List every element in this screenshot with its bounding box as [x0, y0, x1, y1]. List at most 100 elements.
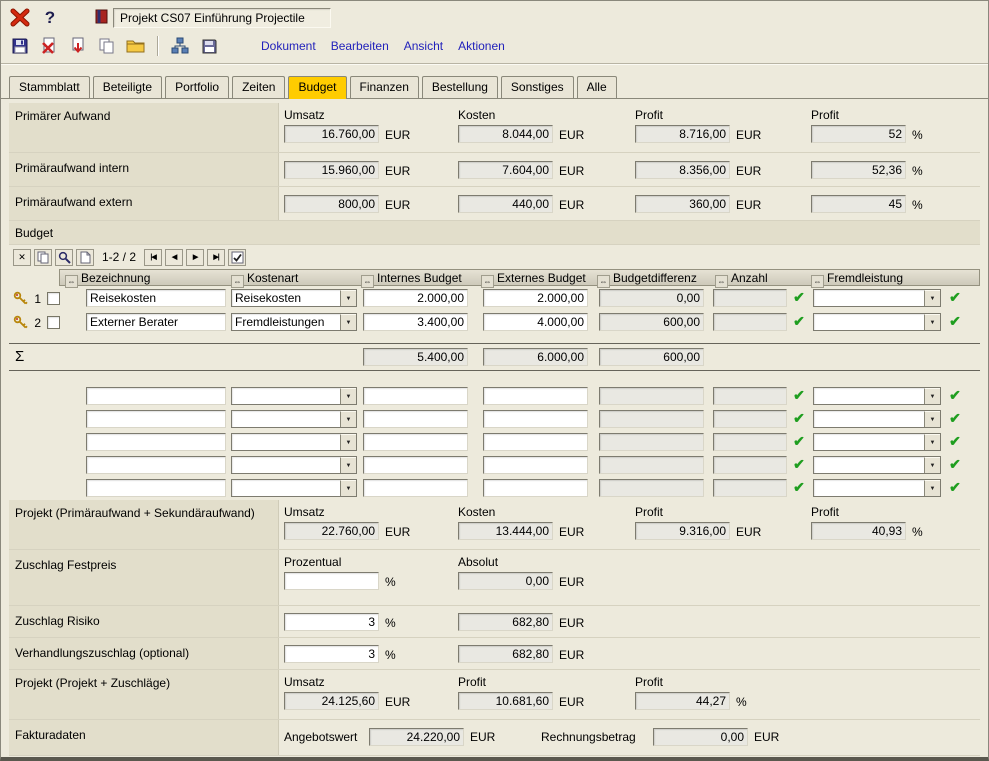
externes-budget-input[interactable]	[483, 456, 588, 474]
internes-budget-input[interactable]	[363, 289, 468, 307]
internes-budget-input[interactable]	[363, 433, 468, 451]
externes-budget-input[interactable]	[483, 479, 588, 497]
bezeichnung-input[interactable]	[86, 433, 226, 451]
save-icon[interactable]	[7, 34, 33, 58]
tab-alle[interactable]: Alle	[577, 76, 617, 98]
row-select-checkbox[interactable]	[47, 316, 60, 329]
confirm-check-icon[interactable]: ✔	[791, 313, 807, 329]
fremdleistung-dropdown[interactable]: ▼	[813, 313, 941, 331]
bezeichnung-input[interactable]	[86, 479, 226, 497]
col-bezeichnung[interactable]: Bezeichnung	[81, 271, 150, 285]
menu-aktionen[interactable]: Aktionen	[458, 39, 505, 53]
kostenart-dropdown[interactable]: Fremdleistungen▼	[231, 313, 357, 331]
col-externes-budget[interactable]: Externes Budget	[497, 271, 586, 285]
tab-budget[interactable]: Budget	[288, 76, 346, 99]
delete-document-icon[interactable]	[36, 34, 62, 58]
bezeichnung-input[interactable]	[86, 410, 226, 428]
budget-empty-row: ▼ ✔ ▼ ✔	[9, 477, 980, 500]
kostenart-dropdown[interactable]: ▼	[231, 410, 357, 428]
prozentual-input[interactable]	[284, 572, 379, 590]
menu-dokument[interactable]: Dokument	[261, 39, 316, 53]
close-icon[interactable]	[7, 6, 33, 30]
col-anzahl[interactable]: Anzahl	[731, 271, 768, 285]
budget-empty-row: ▼ ✔ ▼ ✔	[9, 454, 980, 477]
row-select-checkbox[interactable]	[47, 292, 60, 305]
first-page-icon[interactable]: |◀	[144, 249, 162, 266]
internes-budget-input[interactable]	[363, 313, 468, 331]
record-key-icon[interactable]	[13, 291, 28, 309]
tab-bestellung[interactable]: Bestellung	[422, 76, 498, 98]
confirm-check-icon[interactable]: ✔	[947, 313, 963, 329]
kostenart-dropdown[interactable]: ▼	[231, 433, 357, 451]
kostenart-dropdown[interactable]: Reisekosten▼	[231, 289, 357, 307]
internes-budget-input[interactable]	[363, 410, 468, 428]
kostenart-dropdown[interactable]: ▼	[231, 387, 357, 405]
next-page-icon[interactable]: ▶	[186, 249, 204, 266]
delete-entry-icon[interactable]: ✕	[13, 249, 31, 266]
externes-budget-input[interactable]	[483, 313, 588, 331]
bezeichnung-input[interactable]	[86, 387, 226, 405]
fremdleistung-dropdown[interactable]: ▼	[813, 456, 941, 474]
menu-ansicht[interactable]: Ansicht	[404, 39, 443, 53]
menu-bearbeiten[interactable]: Bearbeiten	[331, 39, 389, 53]
last-page-icon[interactable]: ▶|	[207, 249, 225, 266]
row-number: 2	[29, 316, 41, 330]
fremdleistung-dropdown[interactable]: ▼	[813, 433, 941, 451]
kostenart-dropdown[interactable]: ▼	[231, 456, 357, 474]
new-document-icon[interactable]	[76, 249, 94, 266]
col-internes-budget[interactable]: Internes Budget	[377, 271, 462, 285]
fremdleistung-dropdown[interactable]: ▼	[813, 479, 941, 497]
confirm-check-icon[interactable]: ✔	[947, 479, 963, 495]
internes-budget-input[interactable]	[363, 456, 468, 474]
externes-budget-input[interactable]	[483, 433, 588, 451]
open-folder-icon[interactable]	[123, 34, 149, 58]
confirm-check-icon[interactable]: ✔	[791, 456, 807, 472]
prozentual-input[interactable]	[284, 645, 379, 663]
externes-budget-input[interactable]	[483, 410, 588, 428]
confirm-check-icon[interactable]: ✔	[791, 433, 807, 449]
bezeichnung-input[interactable]	[86, 456, 226, 474]
tab-zeiten[interactable]: Zeiten	[232, 76, 285, 98]
confirm-check-icon[interactable]: ✔	[791, 410, 807, 426]
export-icon[interactable]	[65, 34, 91, 58]
internes-budget-input[interactable]	[363, 387, 468, 405]
col-fremdleistung[interactable]: Fremdleistung	[827, 271, 903, 285]
fremdleistung-dropdown[interactable]: ▼	[813, 289, 941, 307]
hierarchy-icon[interactable]	[167, 34, 193, 58]
externes-budget-input[interactable]	[483, 289, 588, 307]
col-budgetdifferenz[interactable]: Budgetdifferenz	[613, 271, 697, 285]
tab-sonstiges[interactable]: Sonstiges	[501, 76, 574, 98]
tab-beteiligte[interactable]: Beteiligte	[93, 76, 162, 98]
confirm-check-icon[interactable]: ✔	[791, 387, 807, 403]
record-key-icon[interactable]	[13, 315, 28, 333]
tab-portfolio[interactable]: Portfolio	[165, 76, 229, 98]
kostenart-dropdown[interactable]: ▼	[231, 479, 357, 497]
confirm-check-icon[interactable]: ✔	[947, 433, 963, 449]
col-kostenart[interactable]: Kostenart	[247, 271, 298, 285]
search-icon[interactable]	[55, 249, 73, 266]
fremdleistung-dropdown[interactable]: ▼	[813, 387, 941, 405]
row-primaerer-aufwand: Primärer Aufwand Umsatz Kosten Profit Pr…	[9, 103, 980, 153]
confirm-check-icon[interactable]: ✔	[791, 289, 807, 305]
copy-icon[interactable]	[94, 34, 120, 58]
confirm-check-icon[interactable]: ✔	[791, 479, 807, 495]
help-icon[interactable]: ?	[37, 6, 63, 30]
currency-label: EUR	[385, 164, 410, 178]
umsatz-field	[284, 125, 379, 143]
copy-entry-icon[interactable]	[34, 249, 52, 266]
tab-stammblatt[interactable]: Stammblatt	[9, 76, 90, 98]
confirm-check-icon[interactable]: ✔	[947, 387, 963, 403]
externes-budget-input[interactable]	[483, 387, 588, 405]
prev-page-icon[interactable]: ◀	[165, 249, 183, 266]
bezeichnung-input[interactable]	[86, 313, 226, 331]
confirm-check-icon[interactable]: ✔	[947, 289, 963, 305]
tab-finanzen[interactable]: Finanzen	[350, 76, 419, 98]
confirm-check-icon[interactable]: ✔	[947, 410, 963, 426]
prozentual-input[interactable]	[284, 613, 379, 631]
fremdleistung-dropdown[interactable]: ▼	[813, 410, 941, 428]
internes-budget-input[interactable]	[363, 479, 468, 497]
confirm-all-icon[interactable]	[228, 249, 246, 266]
confirm-check-icon[interactable]: ✔	[947, 456, 963, 472]
save-view-icon[interactable]	[196, 34, 222, 58]
bezeichnung-input[interactable]	[86, 289, 226, 307]
